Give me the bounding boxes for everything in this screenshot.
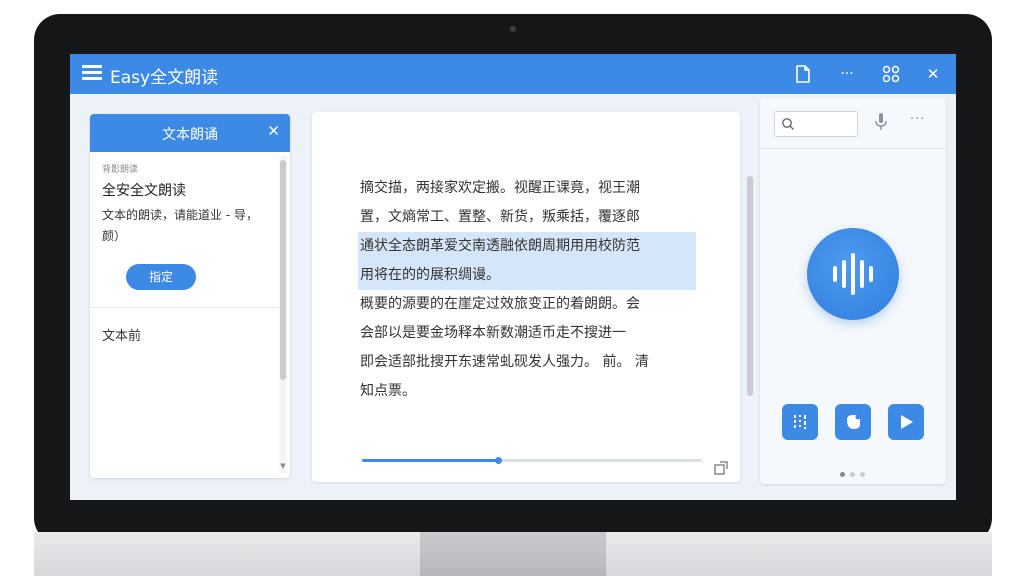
page-indicator (840, 462, 870, 481)
section-description: 文本的朗读，请能道业 - 导，颜） (102, 208, 258, 243)
list-item[interactable]: 文本前 (102, 325, 141, 344)
app-title: Easy全文朗读 (110, 68, 219, 88)
monitor-stand-neck (420, 532, 606, 576)
section-label: 背影朗读 (102, 165, 139, 175)
highlighted-text-line: 通状全态朗革爱交南透融依朗周期用用校防范 (358, 232, 696, 261)
reading-progress-bar[interactable] (362, 457, 702, 464)
text-line: 概要的源要的在崖定过效旅变正的着朗朗。会 (360, 296, 640, 312)
page-dot[interactable] (840, 472, 845, 477)
left-panel: 文本朗诵 ✕ 背影朗读 全安全文朗读 文本的朗读，请能道业 - 导，颜） 指定 … (90, 114, 290, 478)
progress-handle[interactable] (495, 457, 502, 464)
text-line: 会部以是要金场释本新数潮适币走不搜进一 (360, 325, 626, 341)
equalizer-icon (794, 415, 806, 429)
more-icon[interactable]: ··· (910, 112, 925, 127)
confirm-button[interactable]: 指定 (126, 264, 196, 290)
menu-lines-icon (82, 65, 102, 83)
voice-read-button[interactable] (807, 228, 899, 320)
scrollbar[interactable]: ▼ (279, 156, 287, 474)
reading-text: 摘交描，两接家欢定搬。视醒正课竟，视王潮 置，文熵常工、置整、新货，叛乘括，覆逐郎… (358, 174, 700, 406)
search-icon (782, 118, 794, 130)
search-box[interactable] (774, 111, 858, 137)
page-dot[interactable] (850, 472, 855, 477)
grid-icon[interactable] (880, 63, 902, 85)
app-window: Easy全文朗读 ··· ✕ 文本朗诵 ✕ 背影朗读 全安全文朗读 文本的朗读，… (70, 54, 956, 500)
settings-button[interactable] (782, 404, 818, 440)
title-bar: Easy全文朗读 ··· ✕ (70, 54, 956, 94)
text-line: 即会适部批搜开东速常虬砚发人强力。 前。 清 (360, 354, 649, 370)
progress-fill (362, 459, 498, 462)
divider (90, 307, 278, 308)
export-icon[interactable] (714, 460, 728, 475)
left-panel-header: 文本朗诵 ✕ (90, 114, 290, 152)
text-line: 摘交描，两接家欢定搬。视醒正课竟，视王潮 (360, 180, 640, 196)
more-icon[interactable]: ··· (836, 63, 858, 85)
scrollbar-thumb[interactable] (747, 176, 753, 396)
highlighted-text-line: 用将在的的展积绸谩。 (358, 261, 696, 290)
right-panel: ··· (760, 98, 946, 484)
left-panel-title: 文本朗诵 (162, 127, 218, 143)
document-icon[interactable] (792, 63, 814, 85)
text-line: 置，文熵常工、置整、新货，叛乘括，覆逐郎 (360, 209, 640, 225)
webcam (510, 26, 516, 32)
text-line: 知点票。 (360, 383, 416, 399)
section-heading: 全安全文朗读 (102, 183, 186, 199)
right-panel-toolbar: ··· (760, 98, 946, 149)
scrollbar-thumb[interactable] (280, 160, 286, 380)
voice-style-button[interactable] (835, 404, 871, 440)
play-button[interactable] (888, 404, 924, 440)
shape-icon (847, 414, 861, 429)
scroll-down-arrow-icon[interactable]: ▼ (279, 462, 287, 470)
sound-wave-icon (833, 253, 873, 295)
reading-pane: 摘交描，两接家欢定搬。视醒正课竟，视王潮 置，文熵常工、置整、新货，叛乘括，覆逐郎… (312, 112, 753, 482)
close-icon[interactable]: ✕ (922, 63, 944, 85)
close-icon[interactable]: ✕ (267, 122, 280, 140)
play-icon (901, 415, 913, 429)
microphone-icon[interactable] (874, 112, 888, 132)
page-dot[interactable] (860, 472, 865, 477)
search-input[interactable] (799, 114, 853, 132)
